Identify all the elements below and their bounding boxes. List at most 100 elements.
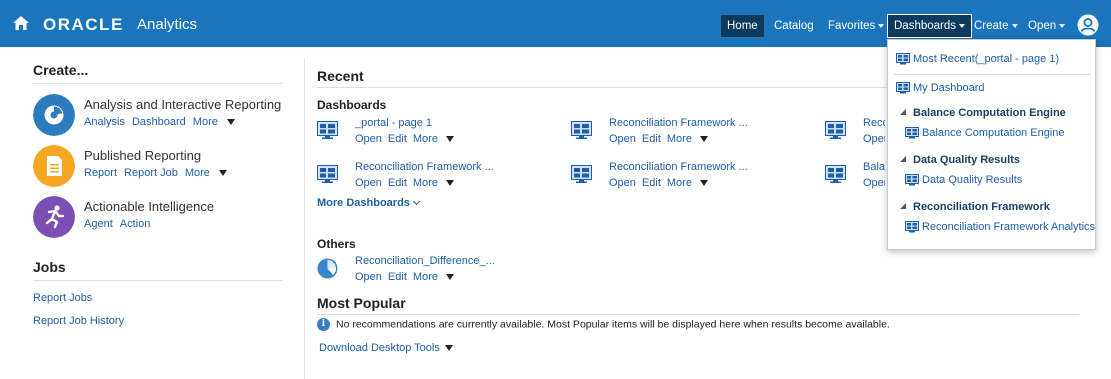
- create-item-title: Analysis and Interactive Reporting: [84, 97, 282, 112]
- recent-dashboard-item: Reco Open: [825, 117, 885, 151]
- caret-down-icon: [226, 119, 235, 126]
- create-analysis-link[interactable]: Analysis: [84, 116, 125, 128]
- expand-triangle-icon: [900, 156, 906, 162]
- create-report-job-link[interactable]: Report Job: [124, 167, 178, 179]
- report-jobs-link[interactable]: Report Jobs: [33, 292, 92, 304]
- dashboard-icon: [896, 53, 910, 65]
- info-icon: i: [317, 318, 330, 331]
- column-divider: [304, 58, 305, 379]
- dropdown-group-reconciliation[interactable]: Reconciliation Framework: [900, 201, 1050, 213]
- create-report-link[interactable]: Report: [84, 167, 117, 179]
- more-link[interactable]: More: [413, 177, 460, 189]
- edit-link[interactable]: Edit: [388, 271, 407, 283]
- dropdown-group-data-quality[interactable]: Data Quality Results: [900, 154, 1020, 166]
- nav-catalog[interactable]: Catalog: [768, 15, 820, 37]
- dashboard-name-link[interactable]: Reconciliation Framework ...: [355, 161, 494, 173]
- dashboard-name-link[interactable]: _portal - page 1: [355, 117, 432, 129]
- open-link[interactable]: Open: [863, 177, 885, 189]
- edit-link[interactable]: Edit: [388, 177, 407, 189]
- edit-link[interactable]: Edit: [642, 177, 661, 189]
- jobs-title: Jobs: [33, 259, 283, 281]
- more-link[interactable]: More: [185, 167, 234, 179]
- caret-down-icon: [445, 180, 454, 187]
- dashboard-actions: Open Edit More: [355, 177, 466, 189]
- download-desktop-tools-link[interactable]: Download Desktop Tools: [319, 342, 453, 354]
- home-icon[interactable]: [13, 16, 29, 30]
- more-link[interactable]: More: [413, 271, 460, 283]
- product-name: Analytics: [137, 16, 198, 33]
- document-icon[interactable]: [33, 145, 75, 187]
- create-title: Create...: [33, 62, 283, 84]
- create-item-published: Published Reporting Report Report Job More: [33, 145, 293, 189]
- dashboard-icon: [905, 127, 919, 139]
- more-label: More: [666, 177, 692, 189]
- more-label: More: [412, 271, 438, 283]
- dashboard-icon: [317, 121, 338, 139]
- dashboard-name-link[interactable]: Balan: [863, 161, 885, 173]
- create-item-links: Report Report Job More: [84, 167, 241, 179]
- create-item-links: Agent Action: [84, 218, 157, 230]
- agent-runner-icon[interactable]: [33, 196, 75, 238]
- group-title: Data Quality Results: [913, 154, 1020, 166]
- most-popular-title: Most Popular: [317, 295, 1079, 315]
- open-link[interactable]: Open: [355, 133, 382, 145]
- dashboard-name-link[interactable]: Reconciliation Framework ...: [609, 161, 748, 173]
- open-link[interactable]: Open: [355, 271, 382, 283]
- dashboard-icon: [896, 82, 910, 94]
- edit-link[interactable]: Edit: [642, 133, 661, 145]
- create-action-link[interactable]: Action: [120, 218, 151, 230]
- dropdown-item-label: Balance Computation Engine: [922, 127, 1065, 139]
- more-link[interactable]: More: [667, 133, 714, 145]
- create-agent-link[interactable]: Agent: [84, 218, 113, 230]
- recent-dashboard-item: Reconciliation Framework ... Open Edit Mor…: [571, 161, 801, 195]
- recent-other-item: Reconciliation_Difference_... Open Edit Mo…: [317, 255, 547, 289]
- report-job-history-link[interactable]: Report Job History: [33, 315, 124, 327]
- edit-link[interactable]: Edit: [388, 133, 407, 145]
- dropdown-group-balance[interactable]: Balance Computation Engine: [900, 107, 1066, 119]
- dashboard-name-link[interactable]: Reconciliation Framework ...: [609, 117, 748, 129]
- oracle-logo[interactable]: ORACLE: [43, 15, 124, 35]
- dashboard-actions: Open Edit More: [355, 133, 466, 145]
- recent-dashboard-item: Reconciliation Framework ... Open Edit Mor…: [317, 161, 547, 195]
- nav-favorites-label: Favorites: [828, 20, 876, 32]
- more-link[interactable]: More: [193, 116, 242, 128]
- analysis-icon[interactable]: [33, 94, 75, 136]
- analysis-icon: [317, 258, 338, 279]
- dropdown-separator: [894, 74, 1090, 75]
- nav-home[interactable]: Home: [721, 15, 764, 37]
- nav-create[interactable]: Create: [968, 15, 1024, 37]
- nav-favorites[interactable]: Favorites: [822, 15, 890, 37]
- dashboard-icon: [905, 221, 919, 233]
- nav-dashboards[interactable]: Dashboards: [887, 14, 973, 38]
- more-label: More: [184, 167, 210, 179]
- no-recommendations-message: i No recommendations are currently availa…: [317, 318, 890, 331]
- caret-down-icon: [699, 136, 708, 143]
- nav-open[interactable]: Open: [1022, 15, 1071, 37]
- open-link[interactable]: Open: [355, 177, 382, 189]
- more-link[interactable]: More: [413, 133, 460, 145]
- more-dashboards-link[interactable]: More Dashboards: [317, 197, 420, 209]
- dashboard-icon: [317, 165, 338, 183]
- dashboard-name-link[interactable]: Reco: [863, 117, 885, 129]
- open-link[interactable]: Open: [863, 133, 885, 145]
- other-name-link[interactable]: Reconciliation_Difference_...: [355, 255, 495, 267]
- info-text: No recommendations are currently availab…: [336, 318, 890, 331]
- left-panel: Create... Analysis and Interactive Repor…: [33, 62, 283, 327]
- group-title: Balance Computation Engine: [913, 107, 1066, 119]
- create-item-title: Published Reporting: [84, 148, 202, 163]
- dashboards-dropdown-menu: Most Recent(_portal - page 1) My Dashboa…: [887, 39, 1096, 250]
- open-link[interactable]: Open: [609, 177, 636, 189]
- download-label: Download Desktop Tools: [319, 342, 440, 354]
- create-item-title: Actionable Intelligence: [84, 199, 215, 214]
- caret-down-icon: [444, 345, 453, 352]
- nav-dashboards-label: Dashboards: [894, 20, 957, 32]
- more-label: More: [412, 177, 438, 189]
- more-link[interactable]: More: [667, 177, 714, 189]
- caret-down-icon: [1059, 23, 1066, 28]
- user-avatar-icon[interactable]: [1077, 14, 1099, 36]
- create-dashboard-link[interactable]: Dashboard: [132, 116, 186, 128]
- open-link[interactable]: Open: [609, 133, 636, 145]
- other-actions: Open Edit More: [355, 271, 466, 283]
- dashboard-icon: [825, 121, 846, 139]
- create-item-links: Analysis Dashboard More: [84, 116, 249, 128]
